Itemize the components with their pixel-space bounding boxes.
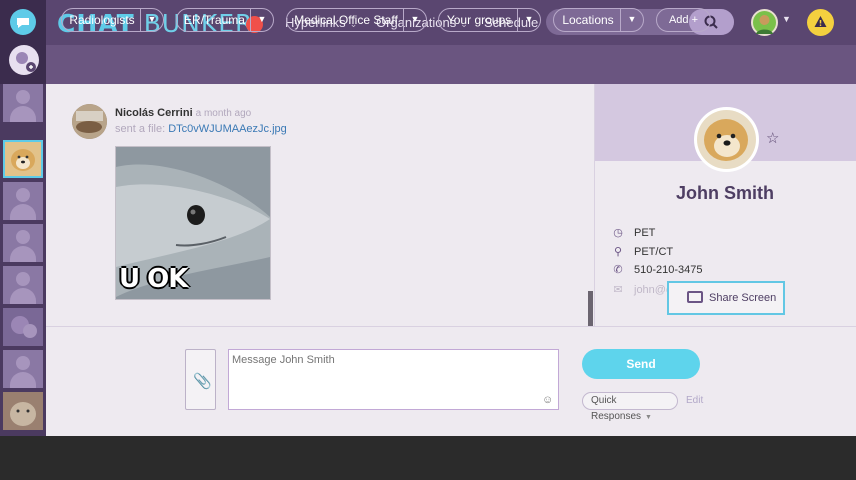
warning-icon[interactable] [807,9,834,36]
filter-er-trauma[interactable]: ER/Trauma ▼ [176,8,274,32]
send-button[interactable]: Send [582,349,700,379]
user-menu-chevron-icon[interactable]: ▼ [782,14,791,24]
clock-icon: ◷ [613,227,623,239]
favorite-star-icon[interactable]: ☆ [766,129,779,147]
profile-avatar [694,107,759,172]
user-avatar[interactable] [751,9,778,36]
quick-responses-dropdown[interactable]: Quick Responses ▼ [582,392,678,422]
filter-medical-office-staff[interactable]: Medical Office Staff ▼ [286,8,427,32]
sender-name: Nicolás Cerrini a month ago [115,107,252,119]
emoji-icon[interactable]: ☺ [542,394,553,406]
meme-caption: U OK [119,264,188,294]
chat-icon[interactable] [10,9,36,35]
filter-radiologists[interactable]: Radiologists ▼ [61,8,164,32]
screen-share-icon [687,291,703,303]
rail-contact-avatar[interactable] [3,350,43,388]
chat-bunker-app: CHAT BUNKER Hyperlinks ⌄ Organizations ⌄ S… [0,0,856,436]
rail-contact-avatar-active[interactable] [3,140,43,178]
filter-bar [46,45,856,84]
attach-button[interactable]: 📎 [185,349,216,410]
rail-contact-avatar[interactable] [3,182,43,220]
message-time: a month ago [195,108,252,119]
profile-name: John Smith [676,183,774,203]
chevron-down-icon[interactable]: ▼ [620,9,643,31]
sender-avatar [72,104,107,139]
info-location: ⚲ PET/CT [613,246,674,258]
phone-icon: ✆ [613,264,623,276]
file-link[interactable]: DTc0vWJUMAAezJc.jpg [168,123,287,135]
info-phone[interactable]: ✆ 510-210-3475 [612,263,702,276]
chevron-down-icon[interactable]: ▼ [403,9,426,31]
paperclip-icon: 📎 [193,373,212,390]
sent-file-line: sent a file: DTc0vWJUMAAezJc.jpg [115,123,287,135]
edit-quick-responses-link[interactable]: Edit [686,395,703,406]
rail-group-avatar[interactable] [3,308,43,346]
message-input[interactable] [228,349,559,410]
chevron-down-icon[interactable]: ▼ [250,9,273,31]
chevron-down-icon: ▼ [645,414,652,421]
rail-contact-avatar[interactable] [3,392,43,430]
new-group-icon[interactable] [9,45,39,75]
chat-scrollbar[interactable] [588,291,593,326]
rail-contact-avatar[interactable] [3,224,43,262]
rail-contact-avatar[interactable] [3,266,43,304]
rail-top [0,0,46,84]
share-screen-button[interactable]: Share Screen [667,281,785,315]
filter-your-groups[interactable]: Your groups ▼ [438,8,541,32]
location-pin-icon: ⚲ [613,246,623,258]
envelope-icon: ✉ [613,284,623,296]
filter-locations[interactable]: Locations ▼ [553,8,644,32]
add-filter-button[interactable]: Add + [656,8,711,32]
rail-contact-avatar[interactable] [3,84,43,122]
info-department: ◷ PET [613,227,656,239]
chevron-down-icon[interactable]: ▼ [140,9,163,31]
info-email[interactable]: ✉ john@c [612,283,671,296]
conversation-rail [0,84,46,436]
chevron-down-icon[interactable]: ▼ [517,9,540,31]
